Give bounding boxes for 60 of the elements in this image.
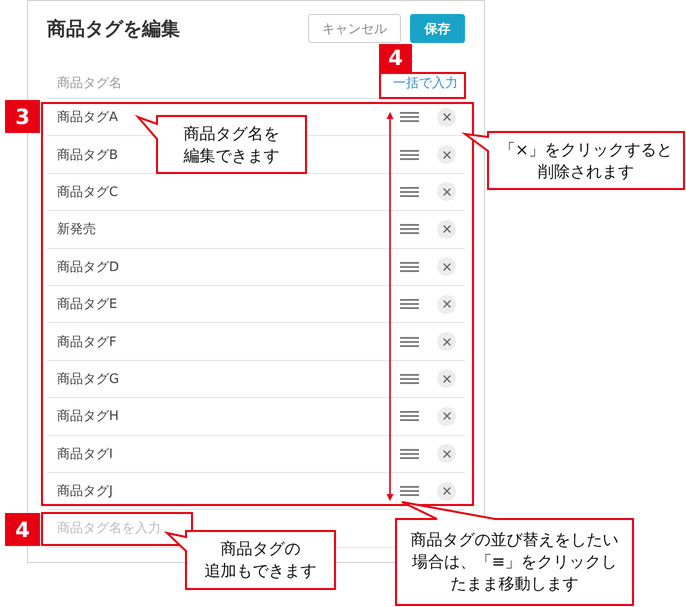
delete-button[interactable] — [437, 332, 456, 352]
tag-name-input[interactable]: 商品タグA — [57, 107, 122, 128]
close-icon — [442, 113, 450, 122]
close-icon — [442, 374, 450, 383]
close-icon — [442, 487, 450, 496]
tag-name-input[interactable]: 商品タグF — [57, 332, 122, 352]
callout-text: 編集できます — [184, 144, 280, 166]
delete-button[interactable] — [437, 220, 456, 239]
close-icon — [442, 450, 450, 458]
close-icon — [442, 188, 450, 196]
drag-handle-icon[interactable] — [400, 150, 419, 160]
drag-handle-icon[interactable] — [400, 486, 419, 496]
close-icon — [442, 150, 450, 159]
close-icon — [442, 412, 450, 420]
tag-name-input[interactable]: 商品タグH — [57, 406, 122, 426]
drag-handle-icon[interactable] — [400, 336, 419, 347]
callout-text: 削除されます — [538, 160, 634, 182]
callout-text: 追加もできます — [204, 560, 316, 582]
drag-handle-icon[interactable] — [400, 186, 419, 197]
dialog-title: 商品タグを編集 — [47, 16, 180, 42]
drag-handle-icon[interactable] — [400, 374, 419, 384]
delete-button[interactable] — [437, 294, 456, 314]
delete-button[interactable] — [437, 257, 456, 276]
tag-name-input[interactable]: 商品タグD — [57, 256, 122, 277]
delete-button[interactable] — [437, 482, 456, 501]
column-header: 商品タグ名 — [57, 75, 122, 93]
tag-name-input[interactable]: 商品タグC — [57, 182, 122, 202]
delete-button[interactable] — [437, 108, 456, 127]
callout-text: 場合は、「≡」をクリックし — [412, 551, 618, 573]
close-icon — [442, 338, 450, 346]
step-badge: 3 — [5, 100, 40, 133]
tag-name-input[interactable]: 商品タグJ — [57, 481, 122, 502]
close-icon — [442, 300, 450, 308]
callout-text: 商品タグ名を — [184, 122, 280, 144]
drag-handle-icon[interactable] — [400, 224, 419, 234]
tag-name-input[interactable]: 新発売 — [57, 219, 96, 240]
step-badge: 4 — [5, 513, 40, 546]
delete-button[interactable] — [437, 406, 456, 426]
drag-handle-icon[interactable] — [400, 112, 419, 122]
drag-handle-icon[interactable] — [400, 448, 419, 459]
tag-name-input[interactable]: 商品タグI — [57, 444, 122, 464]
tag-name-input[interactable]: 商品タグB — [57, 144, 122, 165]
close-icon — [442, 262, 450, 271]
close-icon — [442, 225, 450, 234]
new-tag-input[interactable]: 商品タグ名を入力 — [57, 518, 185, 538]
cancel-button[interactable]: キャンセル — [308, 14, 401, 43]
tag-name-input[interactable]: 商品タグE — [57, 294, 122, 314]
callout-text: たまま移動します — [450, 573, 578, 595]
delete-button[interactable] — [437, 145, 456, 164]
drag-handle-icon[interactable] — [400, 411, 419, 422]
step-badge: 4 — [379, 44, 412, 72]
delete-button[interactable] — [437, 182, 456, 202]
tag-name-input[interactable]: 商品タグG — [57, 368, 122, 389]
delete-button[interactable] — [437, 369, 456, 388]
callout-text: 「×」をクリックすると — [499, 138, 673, 160]
drag-handle-icon[interactable] — [400, 299, 419, 310]
delete-button[interactable] — [437, 444, 456, 464]
callout-text: 商品タグの — [220, 538, 300, 560]
drag-handle-icon[interactable] — [400, 262, 419, 272]
callout-text: 商品タグの並び替えをしたい — [410, 529, 618, 551]
